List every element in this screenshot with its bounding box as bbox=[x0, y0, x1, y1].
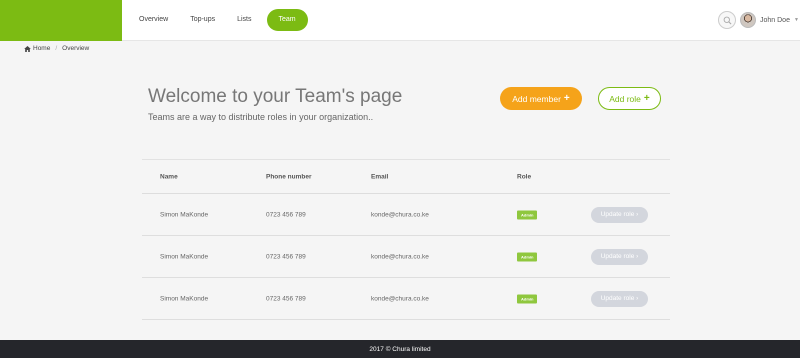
team-table: Name Phone number Email Role Simon MaKon… bbox=[142, 159, 670, 320]
role-badge: Admin bbox=[517, 252, 538, 261]
breadcrumb-separator: / bbox=[55, 45, 58, 52]
add-role-button[interactable]: Add role + bbox=[598, 87, 661, 110]
search-button[interactable] bbox=[718, 11, 736, 29]
nav-item-topups[interactable]: Top-ups bbox=[179, 9, 226, 31]
member-phone: 0723 456 789 bbox=[266, 295, 306, 302]
chevron-down-icon: ▼ bbox=[793, 17, 799, 23]
user-name: John Doe bbox=[760, 16, 790, 24]
avatar bbox=[740, 12, 756, 28]
member-email: konde@chura.co.ke bbox=[371, 295, 429, 302]
nav-item-overview[interactable]: Overview bbox=[128, 9, 179, 31]
member-name: Simon MaKonde bbox=[160, 253, 209, 260]
add-role-label: Add role bbox=[609, 93, 641, 104]
breadcrumb: Home / Overview bbox=[24, 45, 89, 52]
table-header-row: Name Phone number Email Role bbox=[142, 160, 670, 194]
main-nav: Overview Top-ups Lists Team bbox=[128, 9, 308, 31]
column-header-phone: Phone number bbox=[266, 173, 312, 180]
plus-icon: + bbox=[643, 92, 650, 104]
user-menu[interactable]: John Doe ▼ bbox=[740, 9, 799, 31]
table-row: Simon MaKonde 0723 456 789 konde@chura.c… bbox=[142, 278, 670, 320]
nav-item-team[interactable]: Team bbox=[266, 9, 308, 31]
column-header-email: Email bbox=[371, 173, 389, 180]
brand-logo-area[interactable] bbox=[0, 0, 122, 41]
footer-text: 2017 © Chura limited bbox=[369, 345, 431, 353]
role-badge: Admin bbox=[517, 294, 538, 303]
member-phone: 0723 456 789 bbox=[266, 253, 306, 260]
column-header-name: Name bbox=[160, 173, 178, 180]
update-role-button[interactable]: Update role › bbox=[591, 290, 648, 307]
add-member-label: Add member bbox=[512, 93, 561, 104]
update-role-button[interactable]: Update role › bbox=[591, 248, 648, 265]
page-subtitle: Teams are a way to distribute roles in y… bbox=[148, 112, 374, 122]
update-role-button[interactable]: Update role › bbox=[591, 206, 648, 223]
home-icon bbox=[24, 45, 31, 52]
column-header-role: Role bbox=[517, 173, 532, 180]
member-email: konde@chura.co.ke bbox=[371, 211, 429, 218]
nav-item-lists[interactable]: Lists bbox=[226, 9, 262, 31]
page-title: Welcome to your Team's page bbox=[148, 86, 403, 107]
table-row: Simon MaKonde 0723 456 789 konde@chura.c… bbox=[142, 236, 670, 278]
add-member-button[interactable]: Add member + bbox=[500, 87, 582, 110]
breadcrumb-home[interactable]: Home bbox=[33, 45, 50, 52]
search-icon bbox=[723, 16, 731, 24]
footer: 2017 © Chura limited bbox=[0, 340, 800, 358]
breadcrumb-current: Overview bbox=[62, 45, 90, 52]
plus-icon: + bbox=[563, 92, 570, 104]
top-navbar: Overview Top-ups Lists Team John Doe ▼ bbox=[0, 0, 800, 41]
member-phone: 0723 456 789 bbox=[266, 211, 306, 218]
role-badge: Admin bbox=[517, 210, 538, 219]
table-row: Simon MaKonde 0723 456 789 konde@chura.c… bbox=[142, 194, 670, 236]
member-name: Simon MaKonde bbox=[160, 295, 209, 302]
member-email: konde@chura.co.ke bbox=[371, 253, 429, 260]
member-name: Simon MaKonde bbox=[160, 211, 209, 218]
